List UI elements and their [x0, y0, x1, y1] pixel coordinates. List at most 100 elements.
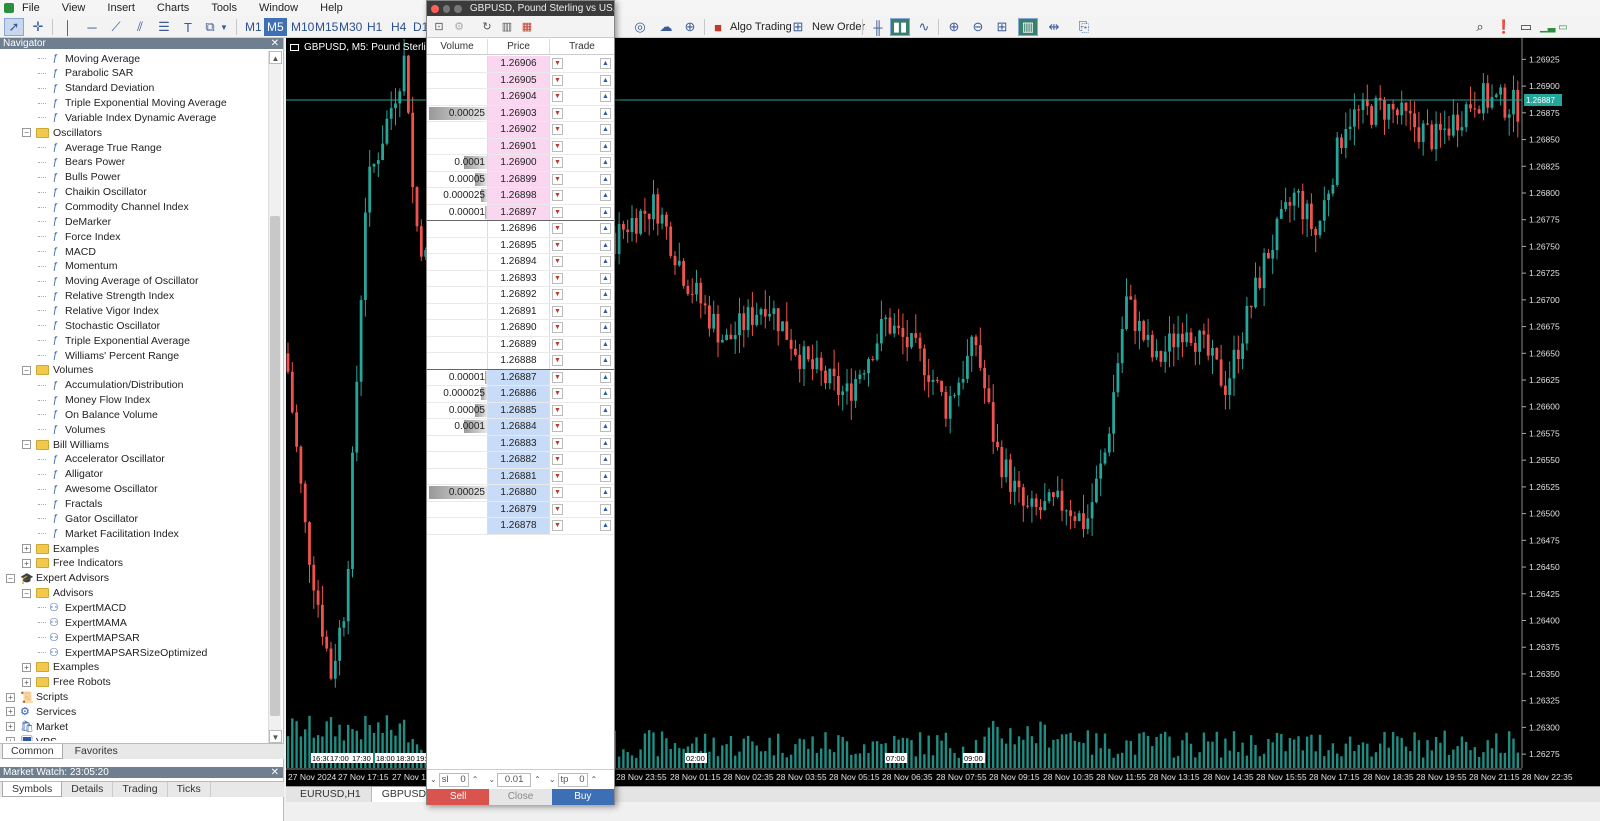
maximize-window-icon[interactable]	[454, 4, 462, 13]
navigator-item[interactable]: − Advisors	[22, 586, 93, 601]
dom-row[interactable]: 1.26901 ▼ ▲	[427, 138, 614, 155]
collapse-icon[interactable]: −	[22, 588, 31, 598]
dom-price-cell[interactable]: 1.26883	[488, 435, 550, 451]
dom-row[interactable]: 1.26882 ▼ ▲	[427, 452, 614, 469]
chart-icon[interactable]: ⊡	[431, 19, 447, 34]
histogram-icon[interactable]: ▦	[519, 19, 535, 34]
navigator-item[interactable]: ƒ MACD	[38, 244, 96, 259]
menu-charts[interactable]: Charts	[157, 2, 189, 14]
dom-row[interactable]: 0.000025 1.26886 ▼ ▲	[427, 386, 614, 403]
buy-limit-icon[interactable]: ▲	[600, 437, 611, 449]
dom-price-cell[interactable]: 1.26898	[488, 188, 550, 204]
volume-column-header[interactable]: Volume	[427, 39, 488, 54]
sell-limit-icon[interactable]: ▼	[552, 503, 563, 515]
dom-price-cell[interactable]: 1.26892	[488, 287, 550, 303]
buy-limit-icon[interactable]: ▲	[600, 190, 611, 201]
sell-limit-icon[interactable]: ▼	[552, 322, 563, 333]
dom-price-cell[interactable]: 1.26896	[488, 221, 550, 237]
sell-limit-icon[interactable]: ▼	[552, 74, 563, 86]
timeframe-h4[interactable]: H4	[388, 18, 409, 36]
sell-limit-icon[interactable]: ▼	[552, 289, 563, 300]
expand-icon[interactable]: +	[22, 662, 31, 672]
sell-limit-icon[interactable]: ▼	[552, 256, 563, 267]
columns-icon[interactable]: ▥	[499, 19, 515, 34]
menu-window[interactable]: Window	[259, 2, 298, 14]
buy-limit-icon[interactable]: ▲	[600, 322, 611, 333]
tab-details[interactable]: Details	[62, 782, 114, 797]
buy-limit-icon[interactable]: ▲	[600, 421, 611, 432]
navigator-item[interactable]: ƒ Triple Exponential Moving Average	[38, 96, 227, 111]
shapes-icon[interactable]: ⧉	[200, 18, 220, 36]
navigator-item[interactable]: ƒ Parabolic SAR	[38, 66, 133, 81]
dom-row[interactable]: 0.00025 1.26880 ▼ ▲	[427, 485, 614, 502]
dom-row[interactable]: 1.26906 ▼ ▲	[427, 56, 614, 73]
buy-limit-icon[interactable]: ▲	[600, 58, 611, 69]
sell-limit-icon[interactable]: ▼	[552, 305, 563, 317]
dom-price-cell[interactable]: 1.26899	[488, 171, 550, 187]
chevron-down-icon[interactable]: ▼	[269, 730, 282, 743]
chevron-down-icon[interactable]: ⌄	[430, 775, 437, 784]
dom-price-cell[interactable]: 1.26893	[488, 270, 550, 286]
sell-limit-icon[interactable]: ▼	[552, 107, 563, 119]
menu-insert[interactable]: Insert	[107, 2, 135, 14]
buy-limit-icon[interactable]: ▲	[600, 272, 611, 284]
trend-line-icon[interactable]: ⟋	[106, 18, 126, 36]
navigator-item[interactable]: ƒ Relative Strength Index	[38, 289, 174, 304]
dom-price-cell[interactable]: 1.26882	[488, 452, 550, 468]
scrollbar-thumb[interactable]	[270, 216, 280, 716]
search-icon[interactable]: ⌕	[1470, 18, 1490, 36]
dom-row[interactable]: 0.00005 1.26899 ▼ ▲	[427, 171, 614, 188]
dom-price-cell[interactable]: 1.26881	[488, 468, 550, 484]
sell-limit-icon[interactable]: ▼	[552, 190, 563, 201]
dom-row[interactable]: 1.26883 ▼ ▲	[427, 435, 614, 452]
dom-price-cell[interactable]: 1.26891	[488, 303, 550, 319]
navigator-item[interactable]: ƒ Accelerator Oscillator	[38, 452, 165, 467]
sell-limit-icon[interactable]: ▼	[552, 355, 563, 366]
new-order-icon[interactable]: ⊞	[788, 18, 808, 36]
navigator-item[interactable]: ƒ Force Index	[38, 229, 120, 244]
dom-row[interactable]: 1.26878 ▼ ▲	[427, 518, 614, 535]
dom-price-cell[interactable]: 1.26894	[488, 254, 550, 270]
navigator-item[interactable]: ƒ Chaikin Oscillator	[38, 185, 147, 200]
dom-row[interactable]: 0.0001 1.26900 ▼ ▲	[427, 155, 614, 172]
dom-row[interactable]: 1.26879 ▼ ▲	[427, 501, 614, 518]
dom-price-cell[interactable]: 1.26901	[488, 138, 550, 154]
navigator-item[interactable]: ƒ Money Flow Index	[38, 393, 150, 408]
dom-price-cell[interactable]: 1.26885	[488, 402, 550, 418]
dom-row[interactable]: 1.26902 ▼ ▲	[427, 122, 614, 139]
navigator-item[interactable]: + 📜 Scripts	[6, 690, 68, 705]
sell-limit-icon[interactable]: ▼	[552, 520, 563, 531]
expand-icon[interactable]: +	[6, 692, 15, 702]
buy-button[interactable]: Buy	[551, 789, 614, 805]
bar-chart-icon[interactable]: ╫	[868, 18, 888, 36]
buy-limit-icon[interactable]: ▲	[600, 338, 611, 350]
timeframe-m30[interactable]: M30	[336, 18, 365, 36]
buy-limit-icon[interactable]: ▲	[600, 305, 611, 317]
signals-icon[interactable]: ◎	[630, 18, 650, 36]
collapse-icon[interactable]: −	[22, 365, 31, 375]
navigator-item[interactable]: + Free Robots	[22, 675, 111, 690]
navigator-item[interactable]: + Examples	[22, 660, 99, 675]
sell-limit-icon[interactable]: ▼	[552, 272, 563, 284]
dom-price-cell[interactable]: 1.26905	[488, 72, 550, 88]
navigator-item[interactable]: ƒ Momentum	[38, 259, 118, 274]
tab-trading[interactable]: Trading	[113, 782, 168, 797]
navigator-item[interactable]: ⚇ ExpertMAPSARSizeOptimized	[38, 645, 207, 660]
buy-limit-icon[interactable]: ▲	[600, 239, 611, 251]
chevron-down-icon[interactable]: ⌄	[549, 775, 556, 784]
expand-icon[interactable]: +	[6, 707, 15, 717]
navigator-item[interactable]: ƒ Stochastic Oscillator	[38, 318, 160, 333]
navigator-item[interactable]: + ⚙ Services	[6, 704, 76, 719]
dom-row[interactable]: 1.26905 ▼ ▲	[427, 72, 614, 89]
zoom-out-icon[interactable]: ⊖	[968, 18, 988, 36]
sell-limit-icon[interactable]: ▼	[552, 91, 563, 102]
navigator-item[interactable]: ƒ Fractals	[38, 497, 102, 512]
chevron-up-icon[interactable]: ⌃	[472, 775, 479, 784]
buy-limit-icon[interactable]: ▲	[600, 256, 611, 267]
close-icon[interactable]: ✕	[271, 767, 279, 778]
chat-icon[interactable]: ▭	[1516, 18, 1536, 36]
dom-price-cell[interactable]: 1.26895	[488, 237, 550, 253]
collapse-icon[interactable]: −	[22, 440, 31, 450]
menu-view[interactable]: View	[62, 2, 86, 14]
navigator-item[interactable]: ƒ On Balance Volume	[38, 407, 158, 422]
